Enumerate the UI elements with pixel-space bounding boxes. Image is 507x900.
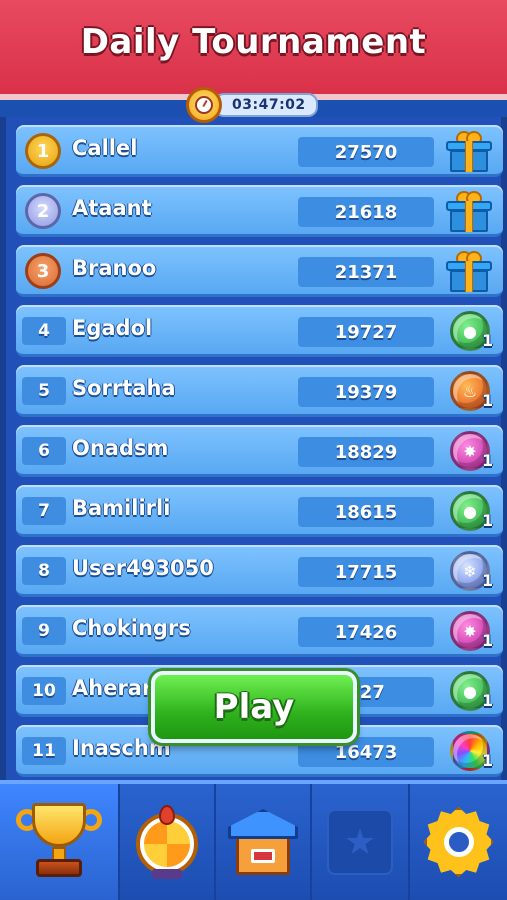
reward-count: 1 xyxy=(482,391,494,410)
player-score: 17715 xyxy=(298,557,434,587)
player-score: 18829 xyxy=(298,437,434,467)
rank-number: 8 xyxy=(22,557,66,585)
player-score: 19727 xyxy=(298,317,434,347)
nav-tournament[interactable] xyxy=(0,784,120,900)
pink-orb-reward[interactable]: ✸ 1 xyxy=(442,427,494,475)
player-name: Aherar xyxy=(72,676,153,700)
rank-number: 6 xyxy=(22,437,66,465)
rank-number: 7 xyxy=(22,497,66,525)
trophy-icon xyxy=(14,797,104,887)
gift-box-icon[interactable] xyxy=(442,127,494,175)
player-score: 27570 xyxy=(298,137,434,167)
nav-locked[interactable]: ★ xyxy=(312,784,410,900)
ice-orb-reward[interactable]: ❄ 1 xyxy=(442,547,494,595)
player-score: 21371 xyxy=(298,257,434,287)
rainbow-orb-reward[interactable]: 1 xyxy=(442,727,494,775)
player-score: 19379 xyxy=(298,377,434,407)
player-name: Chokingrs xyxy=(72,616,191,640)
silver-medal-icon: 2 xyxy=(25,193,61,229)
reward-count: 1 xyxy=(482,571,494,590)
leaderboard-row[interactable]: 6 Onadsm 18829 ✸ 1 xyxy=(16,425,503,477)
nav-home[interactable] xyxy=(216,784,312,900)
player-name: User493050 xyxy=(72,556,214,580)
reward-count: 1 xyxy=(482,331,494,350)
player-score: 17426 xyxy=(298,617,434,647)
page-title: Daily Tournament xyxy=(80,22,427,62)
rank-number: 9 xyxy=(22,617,66,645)
fire-orb-reward[interactable]: ♨ 1 xyxy=(442,367,494,415)
rank-number: 4 xyxy=(22,317,66,345)
reward-count: 1 xyxy=(482,691,494,710)
timer-text: 03:47:02 xyxy=(214,93,318,117)
prize-wheel-icon xyxy=(134,805,200,879)
player-name: Onadsm xyxy=(72,436,169,460)
bottom-nav: ★ xyxy=(0,780,507,900)
reward-count: 1 xyxy=(482,451,494,470)
nav-prize-wheel[interactable] xyxy=(120,784,216,900)
reward-count: 1 xyxy=(482,631,494,650)
leaderboard-row[interactable]: 7 Bamilirli 18615 ● 1 xyxy=(16,485,503,537)
rank-number: 5 xyxy=(22,377,66,405)
play-button[interactable]: Play xyxy=(151,671,357,743)
leaderboard-row[interactable]: 9 Chokingrs 17426 ✸ 1 xyxy=(16,605,503,657)
player-name: Branoo xyxy=(72,256,157,280)
bronze-medal-icon: 3 xyxy=(25,253,61,289)
home-icon xyxy=(226,805,300,879)
green-orb-reward[interactable]: ● 1 xyxy=(442,307,494,355)
leaderboard-row[interactable]: 3 Branoo 21371 xyxy=(16,245,503,297)
player-name: Callel xyxy=(72,136,138,160)
alarm-clock-icon xyxy=(186,87,222,123)
settings-gear-icon xyxy=(422,805,496,879)
green-orb-reward[interactable]: ● 1 xyxy=(442,487,494,535)
player-name: Egadol xyxy=(72,316,153,340)
gold-medal-icon: 1 xyxy=(25,133,61,169)
player-name: Sorrtaha xyxy=(72,376,176,400)
leaderboard-row[interactable]: 4 Egadol 19727 ● 1 xyxy=(16,305,503,357)
green-orb-reward[interactable]: ● 1 xyxy=(442,667,494,715)
header-bar: Daily Tournament xyxy=(0,0,507,100)
rank-number: 10 xyxy=(22,677,66,705)
leaderboard-row[interactable]: 5 Sorrtaha 19379 ♨ 1 xyxy=(16,365,503,417)
leaderboard-row[interactable]: 2 Ataant 21618 xyxy=(16,185,503,237)
gift-box-icon[interactable] xyxy=(442,187,494,235)
leaderboard-row[interactable]: 1 Callel 27570 xyxy=(16,125,503,177)
rank-number: 11 xyxy=(22,737,66,765)
player-score: 21618 xyxy=(298,197,434,227)
player-name: Ataant xyxy=(72,196,152,220)
leaderboard-row[interactable]: 8 User493050 17715 ❄ 1 xyxy=(16,545,503,597)
locked-star-icon: ★ xyxy=(327,809,393,875)
player-name: Bamilirli xyxy=(72,496,171,520)
nav-settings[interactable] xyxy=(410,784,507,900)
gift-box-icon[interactable] xyxy=(442,247,494,295)
reward-count: 1 xyxy=(482,511,494,530)
pink-orb-reward[interactable]: ✸ 1 xyxy=(442,607,494,655)
player-score: 18615 xyxy=(298,497,434,527)
reward-count: 1 xyxy=(482,751,494,770)
